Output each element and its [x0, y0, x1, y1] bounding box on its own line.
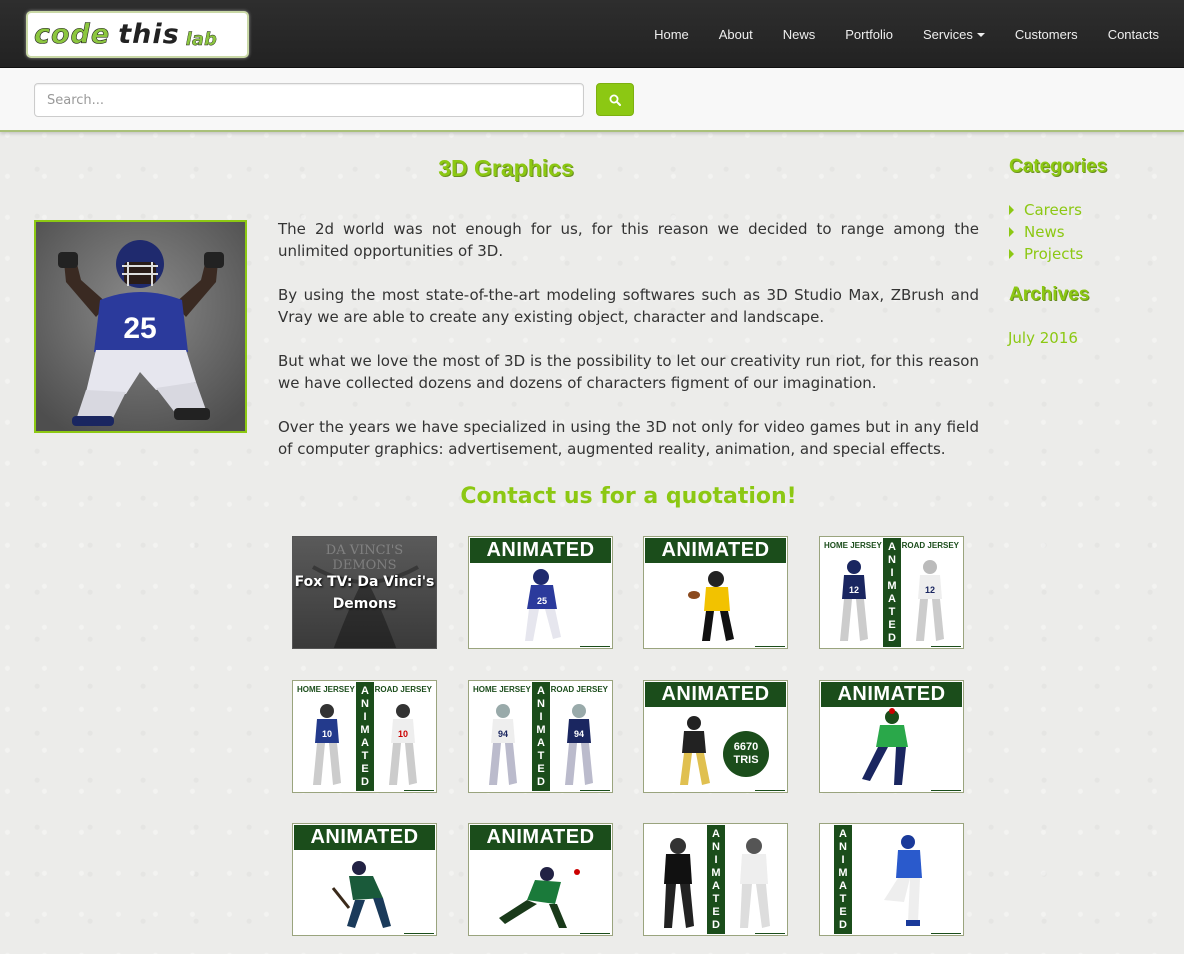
- thumb-jersey-number: 12: [849, 585, 859, 595]
- thumb-image: 10 10: [313, 704, 417, 785]
- watermark: [755, 933, 785, 934]
- article-paragraph: But what we love the most of 3D is the p…: [278, 352, 979, 392]
- thumb-image: [664, 838, 770, 928]
- top-navbar: code this lab Home About News Portfolio …: [0, 0, 1184, 68]
- thumb-jersey-number: 12: [925, 585, 935, 595]
- search-bar: [0, 68, 1184, 132]
- thumb-image: [331, 861, 391, 928]
- watermark: [580, 790, 610, 791]
- watermark: [931, 646, 961, 647]
- article-body: The 2d world was not enough for us, for …: [278, 218, 979, 482]
- thumb-jersey-number: 94: [574, 729, 584, 739]
- portfolio-item[interactable]: ANIMATED: [292, 823, 437, 936]
- tris-count: 6670: [733, 741, 759, 753]
- main-nav: Home About News Portfolio Services Custo…: [639, 0, 1174, 68]
- archive-july-2016[interactable]: July 2016: [1008, 327, 1078, 349]
- categories-list: Careers News Projects: [1009, 199, 1083, 265]
- thumb-image: [862, 708, 908, 785]
- nav-services-label: Services: [922, 26, 973, 42]
- watermark: [755, 646, 785, 647]
- watermark: [580, 646, 610, 647]
- caret-right-icon: [1009, 227, 1014, 237]
- caret-down-icon: [976, 33, 985, 38]
- search-button[interactable]: [596, 83, 634, 116]
- tris-label: TRIS: [733, 754, 759, 766]
- nav-about[interactable]: About: [704, 27, 768, 42]
- thumb-image: 94 94: [489, 704, 593, 785]
- portfolio-item[interactable]: ANIMATED 6670 TRIS: [643, 680, 788, 793]
- quotation-cta[interactable]: Contact us for a quotation!: [278, 484, 979, 509]
- category-label: News: [1024, 223, 1065, 241]
- watermark: [580, 933, 610, 934]
- category-label: Careers: [1024, 201, 1082, 219]
- category-projects[interactable]: Projects: [1009, 243, 1083, 265]
- nav-portfolio[interactable]: Portfolio: [830, 27, 908, 42]
- nav-contacts[interactable]: Contacts: [1093, 27, 1174, 42]
- categories-heading: Categories: [1009, 156, 1108, 177]
- watermark: [404, 933, 434, 934]
- thumb-image: 12 12: [840, 560, 944, 641]
- portfolio-item[interactable]: HOME JERSEY ROAD JERSEY ANIMATED 10 10: [292, 680, 437, 793]
- thumb-image: [680, 716, 710, 785]
- search-input[interactable]: [34, 83, 584, 117]
- thumb-image: [688, 571, 734, 641]
- logo-word-lab: lab: [185, 29, 217, 50]
- thumb-jersey-number: 10: [322, 729, 332, 739]
- category-label: Projects: [1024, 245, 1084, 263]
- search-icon: [609, 94, 621, 106]
- article-paragraph: Over the years we have specialized in us…: [278, 418, 979, 458]
- watermark: [931, 790, 961, 791]
- portfolio-item[interactable]: ANIMATED 25: [468, 536, 613, 649]
- portfolio-item[interactable]: HOME JERSEY ROAD JERSEY ANIMATED 12 12: [819, 536, 964, 649]
- portfolio-grid: DA VINCI'S DEMONS Fox TV: Da Vinci's Dem…: [292, 536, 992, 954]
- portfolio-item[interactable]: HOME JERSEY ROAD JERSEY ANIMATED 94 94: [468, 680, 613, 793]
- archives-heading: Archives: [1009, 284, 1090, 305]
- watermark: [931, 933, 961, 934]
- brand-logo[interactable]: code this lab: [26, 11, 249, 58]
- hero-jersey-number: 25: [123, 312, 156, 345]
- nav-home[interactable]: Home: [639, 27, 704, 42]
- category-news[interactable]: News: [1009, 221, 1083, 243]
- page-title: 3D Graphics: [438, 155, 574, 181]
- hero-image: 25: [34, 220, 247, 433]
- caret-right-icon: [1009, 249, 1014, 259]
- portfolio-item[interactable]: ANIMATED: [643, 823, 788, 936]
- article-paragraph: The 2d world was not enough for us, for …: [278, 220, 979, 260]
- thumb-caption: Fox TV: Da Vinci's Demons: [294, 574, 435, 612]
- portfolio-item[interactable]: ANIMATED: [819, 823, 964, 936]
- thumb-jersey-number: 94: [498, 729, 508, 739]
- portfolio-item[interactable]: ANIMATED: [468, 823, 613, 936]
- thumb-image: 25: [525, 569, 561, 641]
- caret-right-icon: [1009, 205, 1014, 215]
- portfolio-item[interactable]: ANIMATED: [643, 536, 788, 649]
- portfolio-item[interactable]: ANIMATED: [819, 680, 964, 793]
- portfolio-item-da-vinci[interactable]: DA VINCI'S DEMONS Fox TV: Da Vinci's Dem…: [292, 536, 437, 649]
- article-paragraph: By using the most state-of-the-art model…: [278, 286, 979, 326]
- nav-services-dropdown[interactable]: Services: [908, 27, 1000, 42]
- logo-word-code: code: [34, 19, 111, 51]
- football-player-image: 25: [36, 222, 245, 431]
- nav-news[interactable]: News: [768, 27, 831, 42]
- nav-customers[interactable]: Customers: [1000, 27, 1093, 42]
- tris-badge: 6670 TRIS: [723, 731, 769, 777]
- logo-word-this: this: [118, 19, 180, 50]
- thumb-jersey-number: 10: [398, 729, 408, 739]
- category-careers[interactable]: Careers: [1009, 199, 1083, 221]
- thumb-image: [499, 867, 580, 928]
- thumb-jersey-number: 25: [537, 596, 547, 606]
- thumb-image: [884, 835, 922, 926]
- watermark: [755, 790, 785, 791]
- watermark: [404, 790, 434, 791]
